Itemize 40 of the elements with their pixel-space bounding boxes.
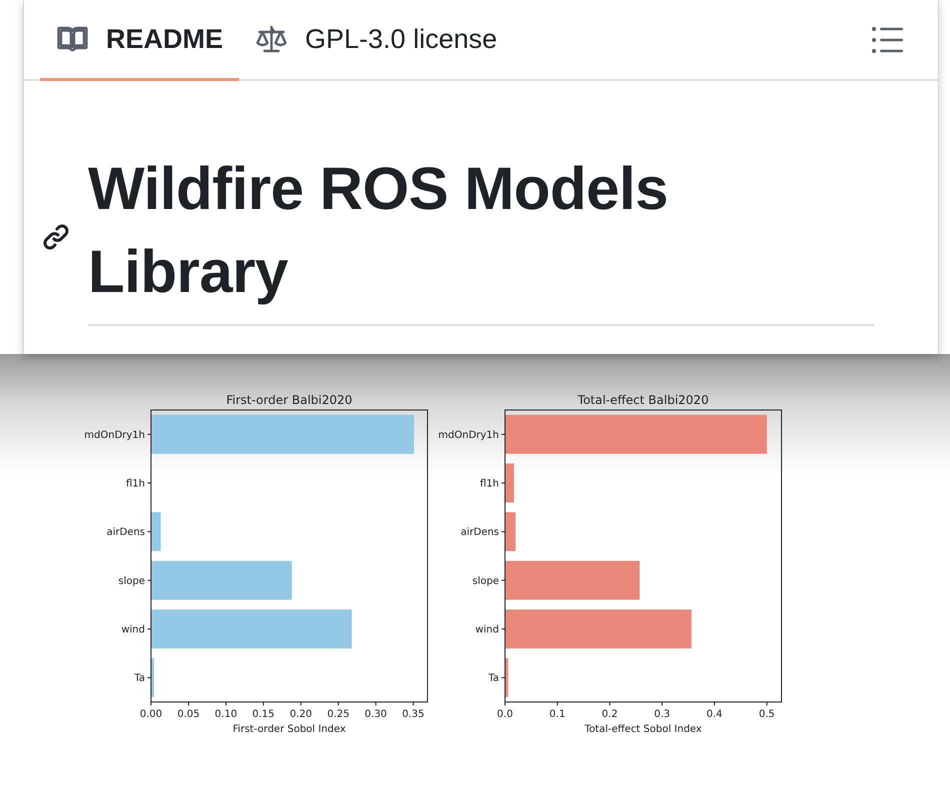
readme-heading: Wildfire ROS Models Library <box>88 154 670 307</box>
category-label: fl1h <box>126 478 145 490</box>
category-label: mdOnDry1h <box>84 430 145 441</box>
tick-label: 0.5 <box>758 709 775 720</box>
tab[interactable]: GPL-3.0 license <box>239 0 514 81</box>
category-label: airDens <box>106 527 145 538</box>
tick-label: 0.4 <box>706 709 722 720</box>
tick-label: 0.35 <box>402 709 424 720</box>
tick-label: 0.3 <box>654 709 670 720</box>
tick-label: 0.0 <box>497 709 513 720</box>
category-label: Ta <box>134 673 145 684</box>
bar <box>505 658 508 698</box>
tick-label: 0.20 <box>290 709 312 720</box>
category-label: wind <box>475 624 499 636</box>
axis-label: First-order Sobol Index <box>232 724 346 735</box>
tab[interactable]: README <box>40 0 240 81</box>
tick-label: 0.1 <box>549 709 566 720</box>
chart-title: First-order Balbi2020 <box>226 393 352 407</box>
bar <box>505 512 516 552</box>
category-label: mdOnDry1h <box>438 430 499 441</box>
tick-label: 0.2 <box>602 709 618 720</box>
category-label: slope <box>472 576 499 587</box>
axis-label: Total-effect Sobol Index <box>584 724 702 735</box>
category-label: Ta <box>488 673 499 684</box>
tick-label: 0.00 <box>140 709 162 720</box>
book-icon <box>56 24 89 54</box>
bar <box>151 658 154 698</box>
chart-title: Total-effect Balbi2020 <box>578 393 709 407</box>
menu-icon[interactable] <box>872 26 903 52</box>
category-label: fl1h <box>480 478 499 490</box>
category-label: airDens <box>460 527 499 538</box>
tick-label: 0.05 <box>177 709 200 720</box>
tick-label: 0.30 <box>364 709 387 720</box>
bar <box>151 512 161 552</box>
tick-label: 0.15 <box>252 709 275 720</box>
scale-icon <box>255 24 288 54</box>
category-label: wind <box>121 624 145 636</box>
category-label: slope <box>118 576 145 587</box>
tick-label: 0.10 <box>214 709 238 720</box>
tick-label: 0.25 <box>327 709 350 720</box>
